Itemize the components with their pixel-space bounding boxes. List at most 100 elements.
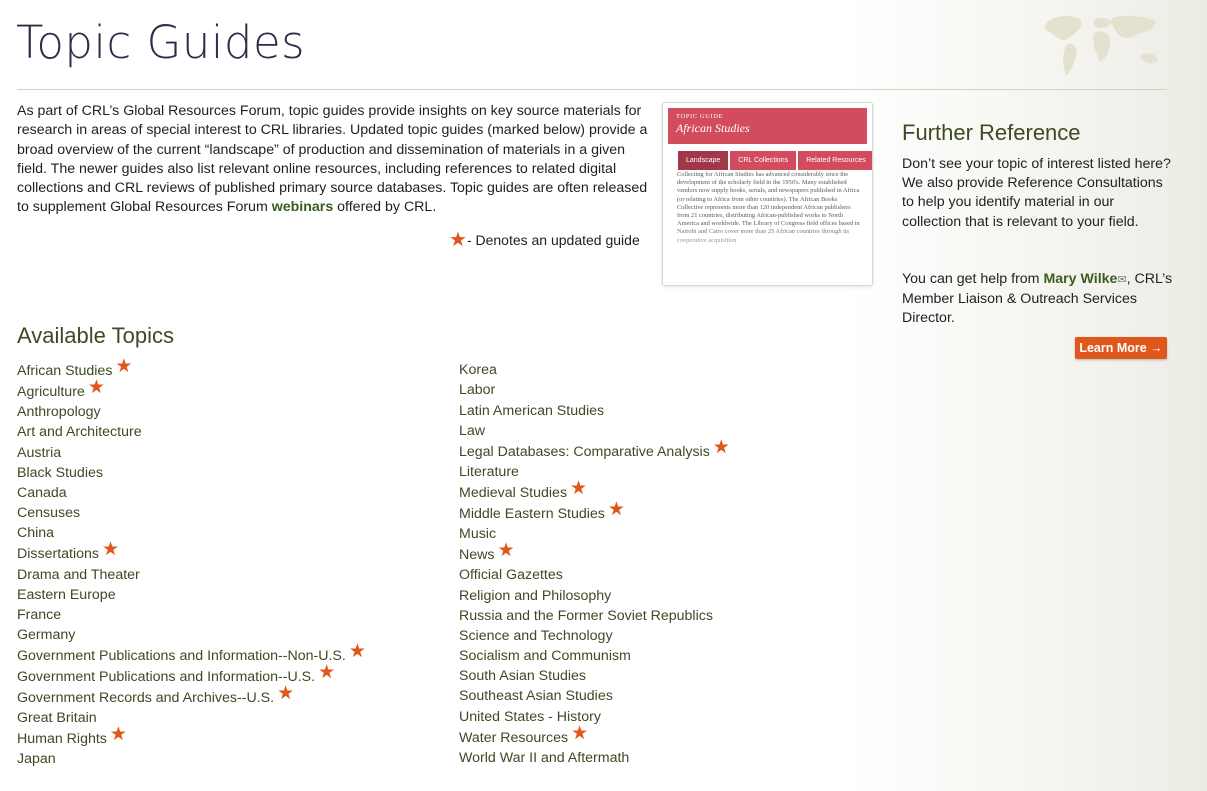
topic-link[interactable]: Water Resources bbox=[459, 730, 568, 746]
topic-link[interactable]: Eastern Europe bbox=[17, 587, 116, 603]
topic-link[interactable]: Music bbox=[459, 526, 496, 542]
star-icon: ★ bbox=[277, 683, 295, 705]
topic-link[interactable]: China bbox=[17, 525, 54, 541]
star-icon: ★ bbox=[712, 436, 730, 458]
topic-item-germany: Germany bbox=[17, 623, 437, 643]
topic-item-korea: Korea bbox=[459, 358, 879, 378]
topic-item-medieval-studies: Medieval Studies ★ bbox=[459, 477, 879, 501]
topic-link[interactable]: Censuses bbox=[17, 505, 80, 521]
topic-item-labor: Labor bbox=[459, 378, 879, 398]
guide-preview-kicker: TOPIC GUIDE bbox=[676, 113, 724, 120]
topic-item-anthropology: Anthropology bbox=[17, 400, 437, 420]
star-icon: ★ bbox=[348, 641, 366, 663]
topic-item-science-and-technology: Science and Technology bbox=[459, 624, 879, 644]
topic-item-great-britain: Great Britain bbox=[17, 706, 437, 726]
topic-item-united-states-history: United States - History bbox=[459, 704, 879, 725]
topic-item-black-studies: Black Studies bbox=[17, 461, 437, 481]
topic-link[interactable]: Labor bbox=[459, 382, 495, 398]
star-icon: ★ bbox=[571, 722, 589, 744]
available-topics-title: Available Topics bbox=[17, 323, 174, 348]
topic-link[interactable]: Germany bbox=[17, 627, 75, 643]
topic-link[interactable]: Korea bbox=[459, 362, 497, 378]
learn-more-button[interactable]: Learn More → bbox=[1075, 337, 1167, 359]
topic-item-government-records-and-archives-u-s: Government Records and Archives--U.S. ★ bbox=[17, 683, 437, 706]
topic-link[interactable]: Austria bbox=[17, 445, 61, 461]
topic-item-eastern-europe: Eastern Europe bbox=[17, 583, 437, 603]
topic-item-legal-databases-comparative-analysis: Legal Databases: Comparative Analysis ★ bbox=[459, 436, 879, 460]
topic-link[interactable]: Drama and Theater bbox=[17, 567, 140, 583]
topic-item-south-asian-studies: South Asian Studies bbox=[459, 664, 879, 684]
topic-link[interactable]: Southeast Asian Studies bbox=[459, 688, 613, 704]
topic-link[interactable]: Medieval Studies bbox=[459, 485, 567, 501]
topic-item-middle-eastern-studies: Middle Eastern Studies ★ bbox=[459, 498, 879, 522]
star-icon: ★ bbox=[449, 229, 467, 251]
topic-item-water-resources: Water Resources ★ bbox=[459, 722, 879, 746]
topic-link[interactable]: Canada bbox=[17, 485, 67, 501]
topic-link[interactable]: Religion and Philosophy bbox=[459, 588, 611, 604]
topic-link[interactable]: Anthropology bbox=[17, 404, 101, 420]
topic-list-column-2: Korea Labor Latin American Studies Law Legal… bbox=[459, 358, 879, 766]
topic-item-music: Music bbox=[459, 522, 879, 542]
topic-link[interactable]: Socialism and Communism bbox=[459, 648, 631, 664]
topic-link[interactable]: Black Studies bbox=[17, 465, 103, 481]
guide-preview-tabs: Landscape CRL Collections Related Resour… bbox=[678, 151, 872, 170]
star-icon: ★ bbox=[102, 539, 120, 561]
star-icon: ★ bbox=[497, 540, 515, 562]
topic-item-religion-and-philosophy: Religion and Philosophy bbox=[459, 583, 879, 604]
guide-tab-crl-collections: CRL Collections bbox=[730, 151, 797, 170]
topic-item-drama-and-theater: Drama and Theater bbox=[17, 562, 437, 583]
topic-item-agriculture: Agriculture ★ bbox=[17, 377, 437, 400]
topic-link[interactable]: Government Records and Archives--U.S. bbox=[17, 690, 274, 706]
topic-link[interactable]: Literature bbox=[459, 464, 519, 480]
topic-link[interactable]: Latin American Studies bbox=[459, 403, 604, 419]
topic-item-austria: Austria bbox=[17, 440, 437, 461]
topic-link[interactable]: Official Gazettes bbox=[459, 567, 563, 583]
topic-link[interactable]: News bbox=[459, 547, 494, 563]
topic-link[interactable]: Government Publications and Information-… bbox=[17, 669, 315, 685]
intro-paragraph: As part of CRL’s Global Resources Forum,… bbox=[17, 102, 652, 218]
topic-link[interactable]: Russia and the Former Soviet Republics bbox=[459, 608, 713, 624]
topic-link[interactable]: Agriculture bbox=[17, 384, 85, 400]
topic-link[interactable]: Great Britain bbox=[17, 710, 97, 726]
topic-item-news: News ★ bbox=[459, 540, 879, 563]
contact-email-link[interactable]: Mary Wilke bbox=[1043, 271, 1117, 287]
topic-item-southeast-asian-studies: Southeast Asian Studies bbox=[459, 684, 879, 704]
topic-link[interactable]: Dissertations bbox=[17, 546, 99, 562]
topic-item-literature: Literature bbox=[459, 460, 879, 480]
star-icon: ★ bbox=[115, 356, 133, 377]
updated-legend: ★- Denotes an updated guide bbox=[449, 226, 640, 251]
contact-paragraph: You can get help from Mary Wilke✉, CRL’s… bbox=[902, 270, 1174, 329]
webinars-link[interactable]: webinars bbox=[272, 199, 334, 215]
topic-item-socialism-and-communism: Socialism and Communism bbox=[459, 644, 879, 664]
topic-guide-preview[interactable]: TOPIC GUIDE African Studies Landscape CR… bbox=[662, 102, 873, 286]
star-icon: ★ bbox=[318, 662, 336, 684]
topic-link[interactable]: Human Rights bbox=[17, 731, 107, 747]
topic-item-african-studies: African Studies ★ bbox=[17, 356, 437, 379]
topic-item-russia-and-the-former-soviet-republics: Russia and the Former Soviet Republics bbox=[459, 604, 879, 624]
topic-link[interactable]: Japan bbox=[17, 751, 56, 767]
topic-link[interactable]: South Asian Studies bbox=[459, 668, 586, 684]
topic-item-government-publications-and-information-non-u-s: Government Publications and Information-… bbox=[17, 641, 437, 664]
topic-link[interactable]: Art and Architecture bbox=[17, 424, 142, 440]
topic-link[interactable]: Government Publications and Information-… bbox=[17, 648, 346, 664]
topic-item-dissertations: Dissertations ★ bbox=[17, 539, 437, 562]
star-icon: ★ bbox=[570, 477, 588, 499]
star-icon: ★ bbox=[109, 724, 127, 746]
topic-item-china: China bbox=[17, 521, 437, 541]
topic-link[interactable]: France bbox=[17, 607, 61, 623]
topic-item-government-publications-and-information-u-s: Government Publications and Information-… bbox=[17, 662, 437, 685]
topic-item-canada: Canada bbox=[17, 481, 437, 501]
topic-item-human-rights: Human Rights ★ bbox=[17, 724, 437, 747]
topic-link[interactable]: Law bbox=[459, 423, 485, 439]
page-title: Topic Guides bbox=[16, 16, 306, 69]
contact-text: You can get help from bbox=[902, 271, 1044, 287]
topic-item-world-war-ii-and-aftermath: World War II and Aftermath bbox=[459, 746, 879, 766]
topic-link[interactable]: Legal Databases: Comparative Analysis bbox=[459, 444, 710, 460]
guide-tab-landscape: Landscape bbox=[678, 151, 729, 170]
topic-item-art-and-architecture: Art and Architecture bbox=[17, 420, 437, 440]
star-icon: ★ bbox=[607, 498, 625, 520]
topic-link[interactable]: Science and Technology bbox=[459, 628, 613, 644]
topic-link[interactable]: World War II and Aftermath bbox=[459, 750, 629, 766]
topic-link[interactable]: Middle Eastern Studies bbox=[459, 506, 605, 522]
star-icon: ★ bbox=[87, 377, 105, 398]
